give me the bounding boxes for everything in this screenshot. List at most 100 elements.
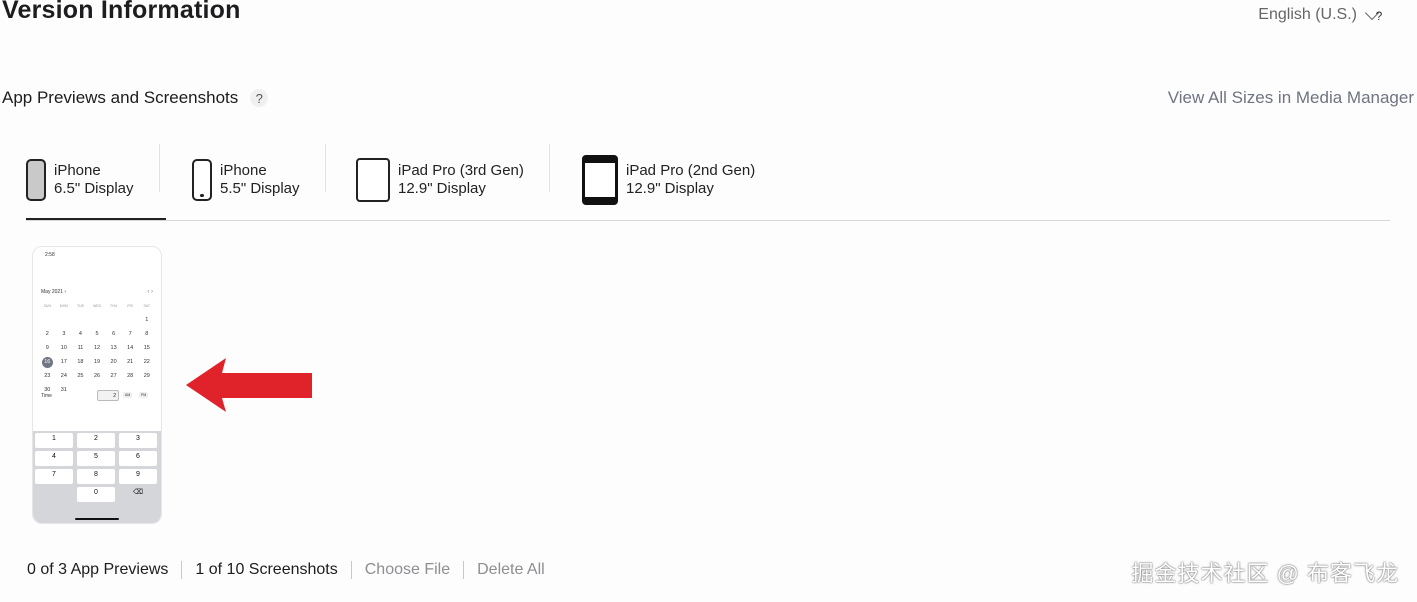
tab-label-line1: iPhone [220,162,267,179]
keypad-key: 5 [77,451,115,466]
calendar-day: 25 [77,373,84,379]
calendar-day: 28 [127,373,134,379]
calendar-weekday: WED [92,304,102,308]
screenshot-time-field: 2 [97,390,119,401]
tab-ipad-pro-2nd-gen[interactable]: iPad Pro (2nd Gen) 12.9" Display [582,140,755,220]
device-tabs: iPhone 6.5" Display iPhone 5.5" Display … [26,140,1390,222]
footer-bar: 0 of 3 App Previews 1 of 10 Screenshots … [27,561,545,579]
tab-iphone-6-5[interactable]: iPhone 6.5" Display [26,140,160,220]
tab-divider [324,144,326,192]
calendar-day: 10 [60,345,67,351]
language-label: English (U.S.) [1258,6,1357,23]
screenshot-month-nav: ‹ › [147,289,153,295]
section-title: App Previews and Screenshots [2,88,239,107]
screenshot-pm: PM [139,392,149,398]
tab-ipad-pro-3rd-gen[interactable]: iPad Pro (3rd Gen) 12.9" Display [356,140,550,220]
calendar-week-row: 23 24 25 26 27 28 29 [39,369,155,383]
ipad-pro-2nd-gen-icon [582,155,618,205]
tab-label-line2: 12.9" Display [626,180,714,197]
keypad-key: 2 [77,433,115,448]
tab-label-line2: 6.5" Display [54,180,134,197]
help-icon[interactable]: ? [1371,8,1387,24]
tab-label-line2: 5.5" Display [220,180,300,197]
calendar-day: 18 [77,359,84,365]
tab-label-line1: iPad Pro (2nd Gen) [626,162,756,179]
keypad-key: 8 [77,469,115,484]
watermark: 掘金技术社区 @ 布客飞龙 [1131,561,1399,586]
calendar-day: 26 [93,373,101,379]
screenshot-thumbnail[interactable]: 2:58 May 2021 › ‹ › SUN MON TUE WED THU FRI SA… [32,246,162,524]
calendar-day: 14 [127,345,134,351]
footer-divider [350,561,352,579]
calendar-weekday: MON [59,304,68,308]
delete-all-link[interactable]: Delete All [477,561,545,579]
screenshot-keypad: 1 2 3 4 5 6 7 8 9 0 ⌫ [33,431,161,523]
section-header: App Previews and Screenshots ? [2,88,269,108]
keypad-key: ⌫ [133,489,143,496]
calendar-day: 1 [145,317,149,323]
screenshot-time-label: Time [41,393,52,399]
keypad-key: 7 [35,469,73,484]
calendar-weekday-row: SUN MON TUE WED THU FRI SAT [39,299,155,313]
language-selector[interactable]: English (U.S.) [1258,5,1380,24]
calendar-weekday: SAT [143,304,151,308]
calendar-day: 29 [143,373,150,379]
page: Version Information English (U.S.) ? App… [0,0,1417,602]
calendar-weekday: FRI [127,304,133,308]
calendar-day: 9 [45,345,49,351]
tabs-divider [26,220,1390,221]
tab-label-line1: iPhone [54,162,101,179]
screenshot-calendar-grid: SUN MON TUE WED THU FRI SAT 1 2 3 4 5 6 7 8 9 10 11 12 13 14… [39,299,155,397]
calendar-day: 23 [44,373,51,379]
calendar-day: 27 [110,373,117,379]
calendar-day: 11 [77,345,84,351]
calendar-day: 16 [39,356,56,368]
iphone-x-icon [26,159,46,201]
calendar-day: 20 [110,359,117,365]
calendar-week-row: 9 10 11 12 13 14 15 [39,341,155,355]
calendar-day: 21 [127,359,134,365]
screenshot-calendar-area: 2:58 May 2021 › ‹ › SUN MON TUE WED THU FRI SA… [33,247,161,431]
home-indicator [75,518,119,520]
calendar-day: 17 [60,359,67,365]
calendar-day: 8 [145,331,149,337]
calendar-weekday: THU [110,304,118,308]
page-title: Version Information [2,0,241,24]
calendar-day: 5 [95,331,99,337]
calendar-day: 15 [143,345,150,351]
tab-iphone-5-5[interactable]: iPhone 5.5" Display [192,140,326,220]
iphone-icon [192,159,212,201]
ipad-pro-3rd-gen-icon [356,158,390,202]
calendar-weekday: TUE [76,304,84,308]
section-help-icon[interactable]: ? [250,89,269,107]
calendar-day: 4 [78,331,82,337]
tab-divider [158,144,160,192]
keypad-key: 3 [119,433,157,448]
calendar-day: 7 [128,331,132,337]
tab-label-line1: iPad Pro (3rd Gen) [398,162,524,179]
calendar-day: 19 [93,359,101,365]
tab-divider [548,144,550,192]
calendar-weekday: SUN [43,304,51,308]
calendar-day: 6 [112,331,116,337]
app-previews-count: 0 of 3 App Previews [27,561,169,578]
calendar-week-row: 1 [39,313,155,327]
screenshot-am: AM [123,392,133,398]
calendar-day: 13 [110,345,117,351]
keypad-key: 6 [119,451,157,466]
calendar-selected-day: 16 [41,356,53,368]
footer-divider [181,561,183,579]
screenshot-status-time: 2:58 [45,252,55,258]
calendar-day: 12 [93,345,101,351]
choose-file-link[interactable]: Choose File [365,561,450,579]
keypad-key: 1 [35,433,73,448]
calendar-week-row: 2 3 4 5 6 7 8 [39,327,155,341]
footer-divider [463,561,465,579]
calendar-day: 31 [60,387,67,393]
view-all-sizes-link[interactable]: View All Sizes in Media Manager [1168,88,1414,108]
keypad-key: 0 [77,487,115,502]
tab-label-line2: 12.9" Display [398,180,486,197]
calendar-day: 2 [45,331,49,337]
keypad-key: 9 [119,469,157,484]
calendar-day: 24 [60,373,67,379]
